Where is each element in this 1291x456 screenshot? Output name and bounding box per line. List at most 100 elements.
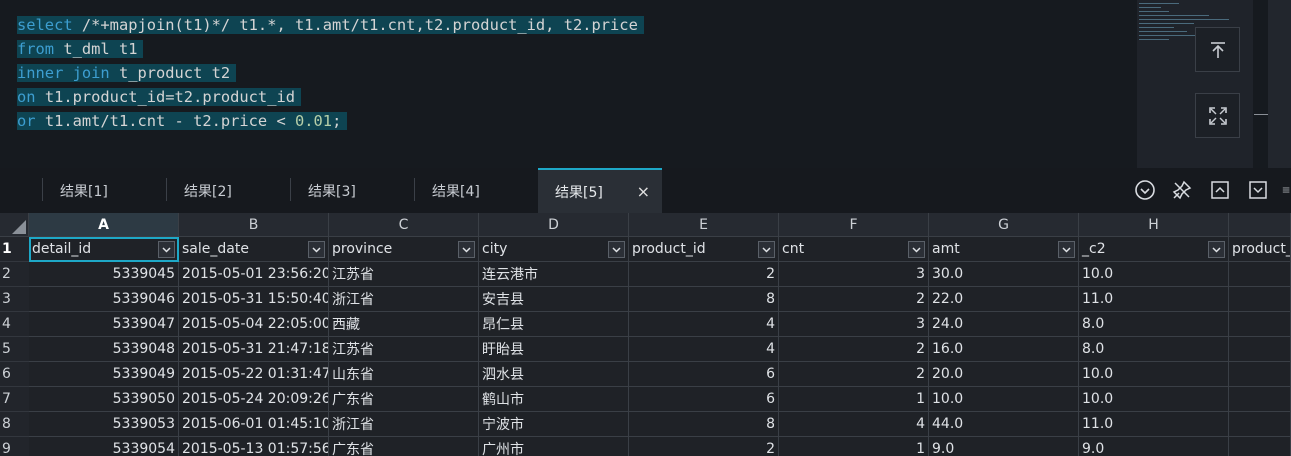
table-cell[interactable]: 盱眙县 bbox=[479, 337, 629, 362]
table-cell[interactable]: 2015-05-31 21:47:18 bbox=[179, 337, 329, 362]
column-header[interactable]: city bbox=[479, 237, 629, 262]
table-cell[interactable]: 24.0 bbox=[929, 312, 1079, 337]
chevron-down-icon[interactable] bbox=[308, 240, 325, 258]
table-cell[interactable]: 10.0 bbox=[1079, 362, 1229, 387]
column-letter[interactable]: A bbox=[29, 213, 179, 237]
table-cell[interactable]: 昂仁县 bbox=[479, 312, 629, 337]
table-cell[interactable] bbox=[1229, 362, 1291, 387]
table-cell[interactable]: 11.0 bbox=[1079, 412, 1229, 437]
unpin-button[interactable] bbox=[1171, 179, 1193, 201]
table-cell[interactable]: 浙江省 bbox=[329, 412, 479, 437]
column-header[interactable]: product_i bbox=[1229, 237, 1291, 262]
table-cell[interactable]: 8 bbox=[629, 412, 779, 437]
table-cell[interactable]: 山东省 bbox=[329, 362, 479, 387]
table-cell[interactable]: 5339053 bbox=[29, 412, 179, 437]
table-cell[interactable]: 5339046 bbox=[29, 287, 179, 312]
table-cell[interactable] bbox=[1229, 387, 1291, 412]
table-cell[interactable]: 1 bbox=[779, 387, 929, 412]
tab-result-3[interactable]: 结果[3] bbox=[290, 168, 414, 213]
table-cell[interactable]: 16.0 bbox=[929, 337, 1079, 362]
table-cell[interactable]: 6 bbox=[629, 362, 779, 387]
table-cell[interactable]: 6 bbox=[629, 387, 779, 412]
tab-result-1[interactable]: 结果[1] bbox=[42, 168, 166, 213]
more-button[interactable] bbox=[1282, 179, 1291, 201]
result-grid[interactable]: A B C D E F G H 1 2 3 4 5 6 7 8 9 detail_id sale_date provi… bbox=[0, 213, 1291, 456]
row-number[interactable]: 4 bbox=[0, 312, 29, 337]
table-cell[interactable]: 1 bbox=[779, 437, 929, 456]
table-cell[interactable]: 5339054 bbox=[29, 437, 179, 456]
table-cell[interactable]: 10.0 bbox=[1079, 387, 1229, 412]
table-cell[interactable]: 广州市 bbox=[479, 437, 629, 456]
column-header[interactable]: cnt bbox=[779, 237, 929, 262]
table-cell[interactable]: 22.0 bbox=[929, 287, 1079, 312]
table-cell[interactable]: 2 bbox=[779, 362, 929, 387]
table-cell[interactable]: 5339049 bbox=[29, 362, 179, 387]
table-cell[interactable]: 2015-05-04 22:05:00 bbox=[179, 312, 329, 337]
column-letter[interactable]: B bbox=[179, 213, 329, 237]
chevron-down-icon[interactable] bbox=[908, 240, 925, 258]
row-number[interactable]: 2 bbox=[0, 262, 29, 287]
table-cell[interactable]: 宁波市 bbox=[479, 412, 629, 437]
table-cell[interactable]: 江苏省 bbox=[329, 262, 479, 287]
table-cell[interactable]: 2 bbox=[779, 287, 929, 312]
close-icon[interactable]: × bbox=[637, 182, 650, 201]
table-cell[interactable]: 安吉县 bbox=[479, 287, 629, 312]
table-cell[interactable] bbox=[1229, 337, 1291, 362]
chevron-down-icon[interactable] bbox=[158, 240, 175, 258]
tab-result-2[interactable]: 结果[2] bbox=[166, 168, 290, 213]
table-cell[interactable]: 3 bbox=[779, 262, 929, 287]
table-cell[interactable] bbox=[1229, 287, 1291, 312]
column-letter[interactable] bbox=[1229, 213, 1291, 237]
table-cell[interactable]: 2 bbox=[779, 337, 929, 362]
code-area[interactable]: select /*+mapjoin(t1)*/ t1.*, t1.amt/t1.… bbox=[17, 13, 644, 133]
table-cell[interactable]: 5339045 bbox=[29, 262, 179, 287]
table-cell[interactable]: 浙江省 bbox=[329, 287, 479, 312]
column-header[interactable]: province bbox=[329, 237, 479, 262]
row-number[interactable]: 5 bbox=[0, 337, 29, 362]
row-number[interactable]: 7 bbox=[0, 387, 29, 412]
collapse-up-button[interactable] bbox=[1209, 179, 1231, 201]
table-cell[interactable]: 9.0 bbox=[1079, 437, 1229, 456]
table-cell[interactable]: 10.0 bbox=[1079, 262, 1229, 287]
table-cell[interactable]: 44.0 bbox=[929, 412, 1079, 437]
table-cell[interactable] bbox=[1229, 437, 1291, 456]
table-cell[interactable] bbox=[1229, 312, 1291, 337]
column-letter[interactable]: F bbox=[779, 213, 929, 237]
tab-result-5[interactable]: 结果[5] × bbox=[538, 168, 662, 213]
sql-editor[interactable]: select /*+mapjoin(t1)*/ t1.*, t1.amt/t1.… bbox=[0, 0, 1291, 168]
table-cell[interactable]: 11.0 bbox=[1079, 287, 1229, 312]
column-letter[interactable]: D bbox=[479, 213, 629, 237]
table-cell[interactable]: 4 bbox=[779, 412, 929, 437]
column-letter[interactable]: C bbox=[329, 213, 479, 237]
table-cell[interactable]: 2015-05-13 01:57:56 bbox=[179, 437, 329, 456]
table-cell[interactable]: 5339047 bbox=[29, 312, 179, 337]
editor-scrollbar[interactable] bbox=[1254, 0, 1291, 168]
column-letter[interactable]: E bbox=[629, 213, 779, 237]
table-cell[interactable]: 2015-05-31 15:50:40 bbox=[179, 287, 329, 312]
table-cell[interactable]: 10.0 bbox=[929, 387, 1079, 412]
check-circle-button[interactable] bbox=[1134, 179, 1156, 201]
collapse-down-button[interactable] bbox=[1247, 179, 1269, 201]
table-cell[interactable]: 2015-06-01 01:45:10 bbox=[179, 412, 329, 437]
row-number[interactable]: 8 bbox=[0, 412, 29, 437]
table-cell[interactable]: 2015-05-24 20:09:26 bbox=[179, 387, 329, 412]
table-cell[interactable]: 4 bbox=[629, 312, 779, 337]
column-header[interactable]: sale_date bbox=[179, 237, 329, 262]
table-cell[interactable] bbox=[1229, 412, 1291, 437]
table-cell[interactable]: 2015-05-22 01:31:47 bbox=[179, 362, 329, 387]
column-header[interactable]: amt bbox=[929, 237, 1079, 262]
row-number[interactable]: 9 bbox=[0, 437, 29, 456]
table-cell[interactable]: 8.0 bbox=[1079, 337, 1229, 362]
table-cell[interactable]: 9.0 bbox=[929, 437, 1079, 456]
table-cell[interactable]: 鹤山市 bbox=[479, 387, 629, 412]
fullscreen-button[interactable] bbox=[1195, 93, 1240, 138]
table-cell[interactable]: 3 bbox=[779, 312, 929, 337]
table-cell[interactable]: 2 bbox=[629, 262, 779, 287]
table-cell[interactable]: 4 bbox=[629, 337, 779, 362]
table-cell[interactable]: 西藏 bbox=[329, 312, 479, 337]
select-all-corner[interactable] bbox=[0, 213, 29, 237]
column-letter[interactable]: G bbox=[929, 213, 1079, 237]
table-cell[interactable]: 2015-05-01 23:56:20 bbox=[179, 262, 329, 287]
column-header[interactable]: detail_id bbox=[29, 237, 179, 262]
scroll-to-top-button[interactable] bbox=[1195, 27, 1240, 72]
